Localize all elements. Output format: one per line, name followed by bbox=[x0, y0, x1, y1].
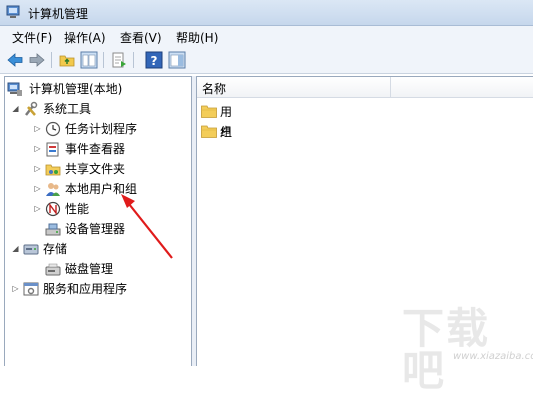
action-pane-icon[interactable] bbox=[168, 51, 186, 69]
expand-arrow-collapsed-icon[interactable]: ▷ bbox=[33, 179, 42, 199]
tree-item-event-viewer[interactable]: ▷ 事件查看器 bbox=[33, 139, 187, 159]
export-list-icon[interactable] bbox=[110, 51, 128, 69]
tree-item-services-apps[interactable]: ▷ 服务和应用程序 bbox=[11, 279, 187, 299]
computer-management-icon bbox=[6, 5, 20, 18]
tree-item-system-tools[interactable]: ◢ 系统工具 bbox=[11, 99, 187, 119]
tree-item-device-manager[interactable]: 设备管理器 bbox=[45, 219, 187, 239]
users-icon bbox=[46, 183, 60, 196]
expand-arrow-expanded-icon[interactable]: ◢ bbox=[11, 99, 20, 119]
tree-label: 系统工具 bbox=[43, 102, 92, 116]
tree-label: 性能 bbox=[65, 202, 90, 216]
expand-arrow-collapsed-icon[interactable]: ▷ bbox=[11, 279, 20, 299]
tree-label: 磁盘管理 bbox=[65, 262, 114, 276]
menu-bar: 文件(F) 操作(A) 查看(V) 帮助(H) bbox=[0, 26, 533, 46]
column-header-name[interactable]: 名称 bbox=[197, 77, 533, 98]
menu-help[interactable]: 帮助(H) bbox=[176, 29, 218, 46]
shared-folder-icon bbox=[45, 164, 61, 176]
tree-item-disk-management[interactable]: 磁盘管理 bbox=[45, 259, 187, 279]
storage-icon bbox=[23, 244, 39, 255]
folder-icon bbox=[201, 125, 217, 138]
expand-arrow-expanded-icon[interactable]: ◢ bbox=[11, 239, 20, 259]
tree-item-shared-folders[interactable]: ▷ 共享文件夹 bbox=[33, 159, 187, 179]
tree-item-task-scheduler[interactable]: ▷ 任务计划程序 bbox=[33, 119, 187, 139]
toolbar: ? bbox=[0, 46, 533, 74]
device-manager-icon bbox=[45, 223, 61, 236]
forward-icon[interactable] bbox=[28, 51, 46, 69]
event-viewer-icon bbox=[46, 142, 59, 157]
toolbar-separator bbox=[51, 52, 52, 68]
tree-label: 计算机管理(本地) bbox=[29, 82, 123, 96]
computer-management-icon bbox=[7, 82, 22, 96]
tree-item-storage[interactable]: ◢ 存储 bbox=[11, 239, 187, 259]
expand-arrow-collapsed-icon[interactable]: ▷ bbox=[33, 199, 42, 219]
tree-label: 设备管理器 bbox=[65, 222, 126, 236]
clock-icon bbox=[45, 121, 61, 137]
watermark-logo: 下载吧 bbox=[402, 304, 491, 395]
tree-label: 共享文件夹 bbox=[65, 162, 126, 176]
tree-label: 事件查看器 bbox=[65, 142, 126, 156]
expand-arrow-collapsed-icon[interactable]: ▷ bbox=[33, 159, 42, 179]
tree-label: 本地用户和组 bbox=[65, 182, 138, 196]
tree-label: 任务计划程序 bbox=[65, 122, 138, 136]
watermark-site: www.xiazaiba.com bbox=[453, 351, 533, 362]
list-item-label: 组 bbox=[220, 125, 233, 139]
show-hide-tree-icon[interactable] bbox=[80, 51, 98, 69]
expand-arrow-collapsed-icon[interactable]: ▷ bbox=[33, 139, 42, 159]
tree-label: 服务和应用程序 bbox=[43, 282, 128, 296]
console-tree[interactable]: 计算机管理(本地) ◢ 系统工具 ▷ 任务计划程序 ▷ 事件查看器 ▷ 共享文件… bbox=[4, 76, 192, 366]
folder-icon bbox=[201, 105, 217, 118]
services-apps-icon bbox=[23, 282, 39, 296]
window-title: 计算机管理 bbox=[28, 7, 89, 21]
menu-file[interactable]: 文件(F) bbox=[12, 29, 52, 46]
expand-arrow-collapsed-icon[interactable]: ▷ bbox=[33, 119, 42, 139]
svg-text:?: ? bbox=[151, 54, 158, 68]
tree-item-computer-management[interactable]: 计算机管理(本地) bbox=[7, 79, 187, 99]
tree-label: 存储 bbox=[43, 242, 68, 256]
tree-item-local-users-groups[interactable]: ▷ 本地用户和组 bbox=[33, 179, 187, 199]
performance-icon bbox=[45, 201, 61, 217]
disk-management-icon bbox=[45, 263, 61, 276]
tree-item-performance[interactable]: ▷ 性能 bbox=[33, 199, 187, 219]
system-tools-icon bbox=[25, 101, 38, 116]
toolbar-separator bbox=[133, 52, 134, 68]
title-bar: 计算机管理 bbox=[0, 0, 533, 26]
up-folder-icon[interactable] bbox=[58, 51, 76, 69]
menu-view[interactable]: 查看(V) bbox=[120, 29, 162, 46]
column-header-label: 名称 bbox=[202, 82, 227, 96]
toolbar-separator bbox=[103, 52, 104, 68]
menu-action[interactable]: 操作(A) bbox=[64, 29, 106, 46]
help-icon[interactable]: ? bbox=[145, 51, 163, 69]
column-divider[interactable] bbox=[390, 77, 391, 97]
back-icon[interactable] bbox=[6, 51, 24, 69]
